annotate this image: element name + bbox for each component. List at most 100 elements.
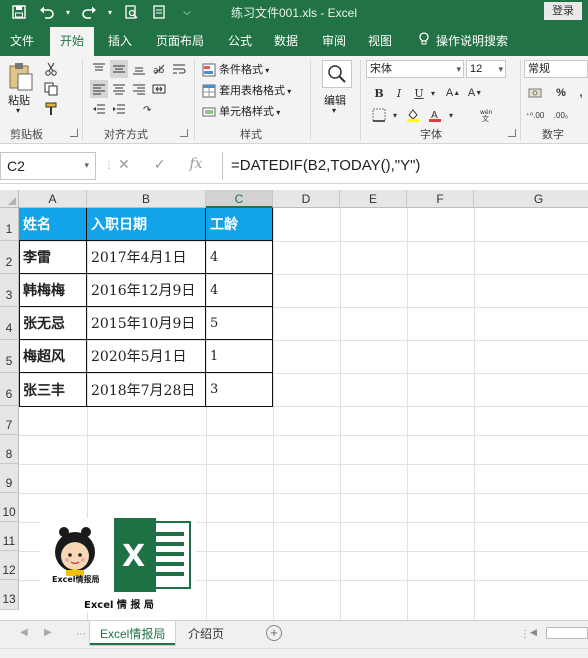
tab-review[interactable]: 审阅	[322, 32, 346, 49]
increase-indent-icon[interactable]	[110, 100, 128, 118]
table-cell-name[interactable]: 张无忌	[19, 307, 87, 340]
header-cell-hire-date[interactable]: 入职日期	[87, 208, 206, 241]
row-header-8[interactable]: 8	[0, 435, 19, 464]
number-format-select[interactable]: 常规	[524, 60, 588, 78]
column-header-f[interactable]: F	[407, 190, 474, 208]
alignment-launcher-icon[interactable]	[180, 129, 188, 137]
formula-input[interactable]: =DATEDIF(B2,TODAY(),"Y")	[222, 152, 588, 180]
row-header-6[interactable]: 6	[0, 373, 19, 406]
confirm-entry-icon[interactable]: ✓	[154, 156, 166, 173]
horizontal-scrollbar[interactable]	[546, 627, 588, 639]
text-direction-icon[interactable]: ↷	[140, 100, 158, 118]
tab-file[interactable]: 文件	[10, 32, 34, 49]
table-cell-date[interactable]: 2018年7月28日	[87, 373, 206, 407]
table-cell-tenure[interactable]: 4	[206, 241, 273, 274]
column-header-d[interactable]: D	[273, 190, 340, 208]
format-painter-icon[interactable]	[42, 100, 60, 118]
table-cell-tenure[interactable]: 4	[206, 274, 273, 307]
accounting-format-icon[interactable]	[526, 84, 544, 102]
sheet-tab-intro[interactable]: 介绍页	[178, 621, 234, 645]
row-header-9[interactable]: 9	[0, 464, 19, 493]
merge-center-icon[interactable]	[150, 80, 168, 98]
increase-decimal-icon[interactable]: ⁺⁰.00	[526, 106, 545, 124]
scroll-sheets-left-icon[interactable]: ◀	[20, 627, 28, 638]
decrease-font-icon[interactable]: A ▼	[466, 84, 484, 102]
table-cell-date[interactable]: 2016年12月9日	[87, 274, 206, 307]
cancel-entry-icon[interactable]: ✕	[118, 156, 130, 173]
row-header-11[interactable]: 11	[0, 522, 19, 551]
h-scroll-splitter-icon[interactable]: ⋮	[520, 629, 530, 640]
borders-dropdown-icon[interactable]: ▾	[390, 106, 400, 124]
tab-view[interactable]: 视图	[368, 32, 392, 49]
table-cell-date[interactable]: 2020年5月1日	[87, 340, 206, 373]
table-cell-name[interactable]: 韩梅梅	[19, 274, 87, 307]
underline-dropdown-icon[interactable]: ▾	[428, 84, 438, 102]
row-header-12[interactable]: 12	[0, 551, 19, 580]
bold-icon[interactable]: B	[370, 84, 388, 102]
tab-formulas[interactable]: 公式	[228, 32, 252, 49]
orientation-icon[interactable]: ab	[150, 60, 168, 78]
editing-dropdown-icon[interactable]: ▾	[332, 106, 336, 115]
wrap-text-icon[interactable]	[170, 60, 188, 78]
scroll-sheets-right-icon[interactable]: ▶	[44, 627, 52, 638]
table-cell-tenure[interactable]: 3	[206, 373, 273, 407]
align-middle-icon[interactable]	[110, 60, 128, 78]
name-box-dropdown-icon[interactable]: ▾	[84, 160, 89, 171]
row-header-2[interactable]: 2	[0, 241, 19, 274]
sheet-tab-excel-info[interactable]: Excel情报局	[90, 621, 176, 645]
find-button[interactable]	[322, 60, 352, 88]
underline-icon[interactable]: U	[410, 84, 428, 102]
clipboard-launcher-icon[interactable]	[70, 129, 78, 137]
table-cell-name[interactable]: 张三丰	[19, 373, 87, 407]
tab-home[interactable]: 开始	[50, 27, 95, 56]
font-color-dropdown-icon[interactable]: ▾	[446, 106, 456, 124]
name-box[interactable]: C2 ▾	[0, 152, 96, 180]
font-color-icon[interactable]: A	[426, 106, 444, 124]
decrease-decimal-icon[interactable]: .00₀	[552, 106, 570, 124]
font-launcher-icon[interactable]	[508, 129, 516, 137]
sheet-list-ellipsis-icon[interactable]: ⋯	[76, 629, 86, 640]
column-header-c[interactable]: C	[206, 190, 273, 208]
row-header-13[interactable]: 13	[0, 580, 19, 610]
h-scroll-left-icon[interactable]: ◀	[530, 627, 542, 639]
column-header-e[interactable]: E	[340, 190, 407, 208]
insert-function-icon[interactable]: fx	[189, 156, 202, 173]
align-bottom-icon[interactable]	[130, 60, 148, 78]
column-header-b[interactable]: B	[87, 190, 206, 208]
select-all-button[interactable]	[0, 190, 19, 208]
row-header-5[interactable]: 5	[0, 340, 19, 373]
decrease-indent-icon[interactable]	[90, 100, 108, 118]
phonetic-icon[interactable]: wén 文	[478, 106, 496, 124]
row-header-7[interactable]: 7	[0, 406, 19, 435]
comma-style-icon[interactable]: ,	[572, 84, 588, 102]
format-as-table-button[interactable]: 套用表格格式 ▾	[202, 82, 291, 98]
row-header-4[interactable]: 4	[0, 307, 19, 340]
cut-icon[interactable]	[42, 60, 60, 78]
table-cell-tenure[interactable]: 5	[206, 307, 273, 340]
cell-styles-button[interactable]: 单元格样式 ▾	[202, 103, 280, 119]
fill-color-icon[interactable]	[404, 106, 422, 124]
table-cell-date[interactable]: 2015年10月9日	[87, 307, 206, 340]
borders-icon[interactable]	[370, 106, 388, 124]
table-cell-tenure[interactable]: 1	[206, 340, 273, 373]
font-name-select[interactable]: 宋体 ▾	[366, 60, 464, 78]
align-left-icon[interactable]	[90, 80, 108, 98]
table-cell-name[interactable]: 梅超风	[19, 340, 87, 373]
column-header-g[interactable]: G	[474, 190, 588, 208]
paste-dropdown-icon[interactable]: ▾	[16, 106, 20, 115]
tab-data[interactable]: 数据	[274, 32, 298, 49]
tab-insert[interactable]: 插入	[108, 32, 132, 49]
row-header-3[interactable]: 3	[0, 274, 19, 307]
italic-icon[interactable]: I	[390, 84, 408, 102]
tab-page-layout[interactable]: 页面布局	[156, 32, 204, 49]
row-header-10[interactable]: 10	[0, 493, 19, 522]
increase-font-icon[interactable]: A ▲	[444, 84, 462, 102]
table-cell-date[interactable]: 2017年4月1日	[87, 241, 206, 274]
header-cell-name[interactable]: 姓名	[19, 208, 87, 241]
align-center-icon[interactable]	[110, 80, 128, 98]
font-size-select[interactable]: 12 ▾	[466, 60, 506, 78]
tell-me-search[interactable]: 操作说明搜索	[418, 32, 508, 49]
header-cell-tenure[interactable]: 工龄	[206, 208, 273, 241]
paste-button[interactable]	[8, 62, 34, 92]
table-cell-name[interactable]: 李雷	[19, 241, 87, 274]
